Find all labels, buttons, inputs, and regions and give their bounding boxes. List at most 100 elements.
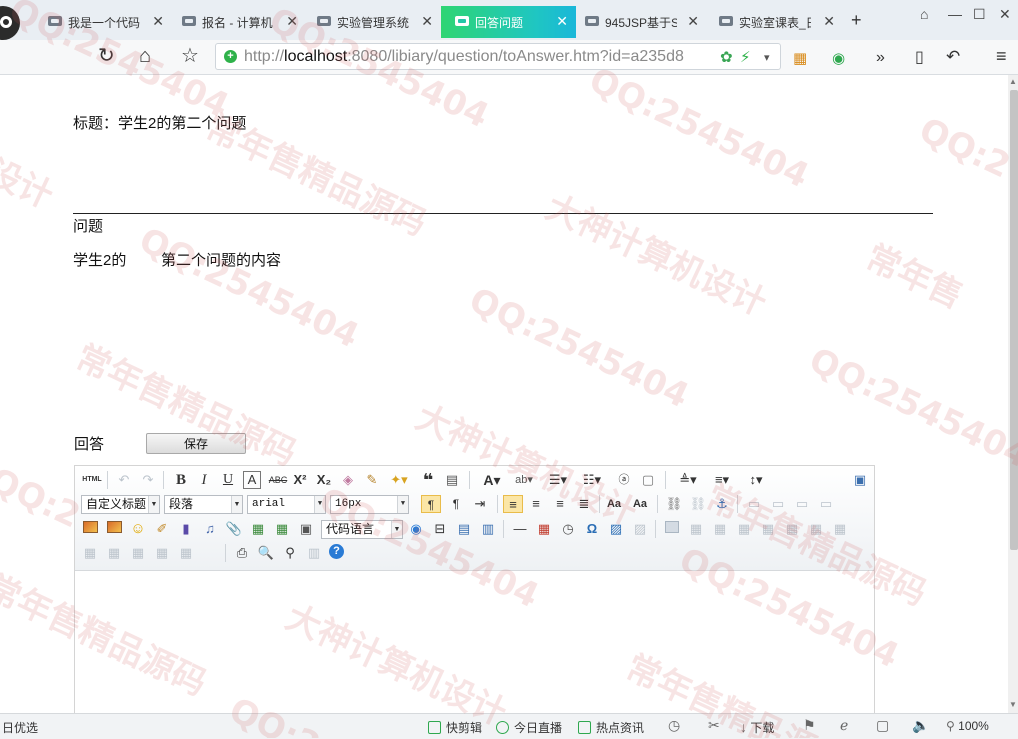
split-cols-icon[interactable]: ▦ [177,544,195,562]
html-source-button[interactable]: HTML [81,471,103,489]
image-left-icon[interactable]: ▭ [769,495,787,513]
home-icon[interactable]: ⌂ [139,45,151,67]
print-icon[interactable]: ⎙ [233,544,251,562]
font-size-select[interactable]: 16px ▼ [330,495,409,514]
insert-video-icon[interactable]: ▮ [177,520,195,538]
lowercase-icon[interactable]: Aa [631,495,649,513]
font-border-icon[interactable]: A [243,471,261,489]
more-extensions-icon[interactable]: » [876,47,885,69]
translate-icon[interactable]: ◉ [832,48,845,70]
insert-col-icon[interactable]: ▦ [783,520,801,538]
horizontal-rule-icon[interactable]: — [511,520,529,538]
date-icon[interactable]: ▦ [535,520,553,538]
paragraph-spacing-bottom-icon[interactable]: ≡▾ [707,471,737,489]
background-color-icon[interactable]: ab▾ [509,471,539,489]
clear-doc-icon[interactable]: ▢ [639,471,657,489]
unlink-icon[interactable]: ⛓ [689,495,707,513]
underline-icon[interactable]: U [219,471,237,489]
snapscreen-icon[interactable]: ▨ [631,520,649,538]
auto-format-icon[interactable]: ✦▾ [387,471,411,489]
new-tab-plus-icon[interactable]: + [851,10,862,31]
url-text[interactable]: http://localhost:8080/libiary/question/t… [244,48,684,66]
live-button[interactable]: 今日直播 [496,719,562,736]
scroll-down-icon[interactable]: ▼ [1009,700,1017,709]
tab-6[interactable]: 实验室课表_日 ✕ [705,6,843,38]
preview-icon[interactable]: 🔍 [257,544,275,562]
multi-image-icon[interactable] [105,520,123,538]
minimize-icon[interactable]: — [948,6,962,22]
delete-row-icon[interactable]: ▦ [759,520,777,538]
reader-icon[interactable]: ✿ [720,48,733,66]
image-none-icon[interactable]: ▭ [745,495,763,513]
search-replace-icon[interactable]: ▨ [607,520,625,538]
close-icon[interactable]: ✕ [152,13,164,30]
browser-logo-icon[interactable] [0,6,20,40]
delete-table-icon[interactable]: ▦ [687,520,705,538]
paragraph-format-select[interactable]: 段落 ▼ [164,495,243,514]
sound-icon[interactable]: 🔈 [912,717,929,734]
delete-col-icon[interactable]: ▦ [807,520,825,538]
insert-table-icon[interactable] [663,520,681,538]
fullscreen-icon[interactable]: ▣ [851,471,869,489]
image-right-icon[interactable]: ▭ [793,495,811,513]
zoom-control[interactable]: ⚲ 100% [946,719,989,733]
align-center-icon[interactable]: ≡ [527,495,545,513]
redo-icon[interactable]: ↷ [139,471,157,489]
ie-compat-icon[interactable]: ℯ [840,717,848,734]
time-icon[interactable]: ◷ [559,520,577,538]
indent-icon[interactable]: ⇥ [471,495,489,513]
save-button[interactable]: 保存 [146,433,246,454]
font-family-select[interactable]: arial ▼ [247,495,326,514]
special-chars-icon[interactable]: Ω [583,520,601,538]
tab-4-active[interactable]: 回答问题 ✕ [441,6,576,38]
page-break-icon[interactable]: ⊟ [431,520,449,538]
align-justify-icon[interactable]: ≣ [575,495,593,513]
emotion-icon[interactable]: ☺ [129,520,147,538]
ltr-direction-icon[interactable]: ¶ [421,495,441,513]
anchor-icon[interactable]: ⚓ [713,495,731,513]
paragraph-spacing-top-icon[interactable]: ≜▾ [673,471,703,489]
insert-paragraph-before-table-icon[interactable]: ▦ [711,520,729,538]
status-left-text[interactable]: 日优选 [2,719,38,736]
merge-down-icon[interactable]: ▦ [105,544,123,562]
superscript-icon[interactable]: X² [291,471,309,489]
line-height-icon[interactable]: ↕▾ [741,471,771,489]
music-icon[interactable]: ♫ [201,520,219,538]
strikethrough-icon[interactable]: ABC [267,471,289,489]
eraser-icon[interactable]: ◈ [339,471,357,489]
maximize-icon[interactable]: ☐ [973,6,986,23]
address-bar[interactable]: + http://localhost:8080/libiary/question… [215,43,781,70]
flag-icon[interactable]: ⚑ [803,717,816,734]
apps-grid-icon[interactable]: ▦ [793,48,807,70]
subscript-icon[interactable]: X₂ [315,471,333,489]
paste-plain-icon[interactable]: ▤ [443,471,461,489]
merge-right-icon[interactable]: ▦ [81,544,99,562]
help-icon[interactable]: ? [329,544,344,559]
google-map-icon[interactable]: ▦ [273,520,291,538]
reload-icon[interactable]: ↻ [98,45,115,67]
insert-image-icon[interactable] [81,520,99,538]
scrawl-icon[interactable]: ✐ [153,520,171,538]
close-icon[interactable]: ✕ [286,13,298,30]
speed-bolt-icon[interactable]: ⚡ [740,48,751,66]
drafts-icon[interactable]: ▥ [305,544,323,562]
download-button[interactable]: ↓ 下载 [740,719,774,736]
chevron-down-icon[interactable]: ▾ [764,51,770,64]
close-icon[interactable]: ✕ [687,13,699,30]
ordered-list-icon[interactable]: ☰▾ [543,471,573,489]
iframe-icon[interactable]: ▣ [297,520,315,538]
image-center-icon[interactable]: ▭ [817,495,835,513]
tab-1[interactable]: 我是一个代码 ✕ [34,6,172,38]
web-image-icon[interactable]: ◉ [407,520,425,538]
blockquote-icon[interactable]: ❝ [419,471,437,489]
hot-news-button[interactable]: 热点资讯 [578,719,644,736]
close-window-icon[interactable]: ✕ [999,6,1011,23]
rtl-direction-icon[interactable]: ¶ [447,495,465,513]
tab-5[interactable]: 945JSP基于SS ✕ [571,6,707,38]
reading-mode-icon[interactable]: ▯ [915,47,924,69]
tab-3[interactable]: 实验管理系统 ✕ [303,6,441,38]
code-language-select[interactable]: 代码语言 ▼ [321,520,403,539]
attachment-icon[interactable]: 📎 [225,520,243,538]
unordered-list-icon[interactable]: ☷▾ [577,471,607,489]
select-all-icon[interactable]: ⓐ [615,471,633,489]
